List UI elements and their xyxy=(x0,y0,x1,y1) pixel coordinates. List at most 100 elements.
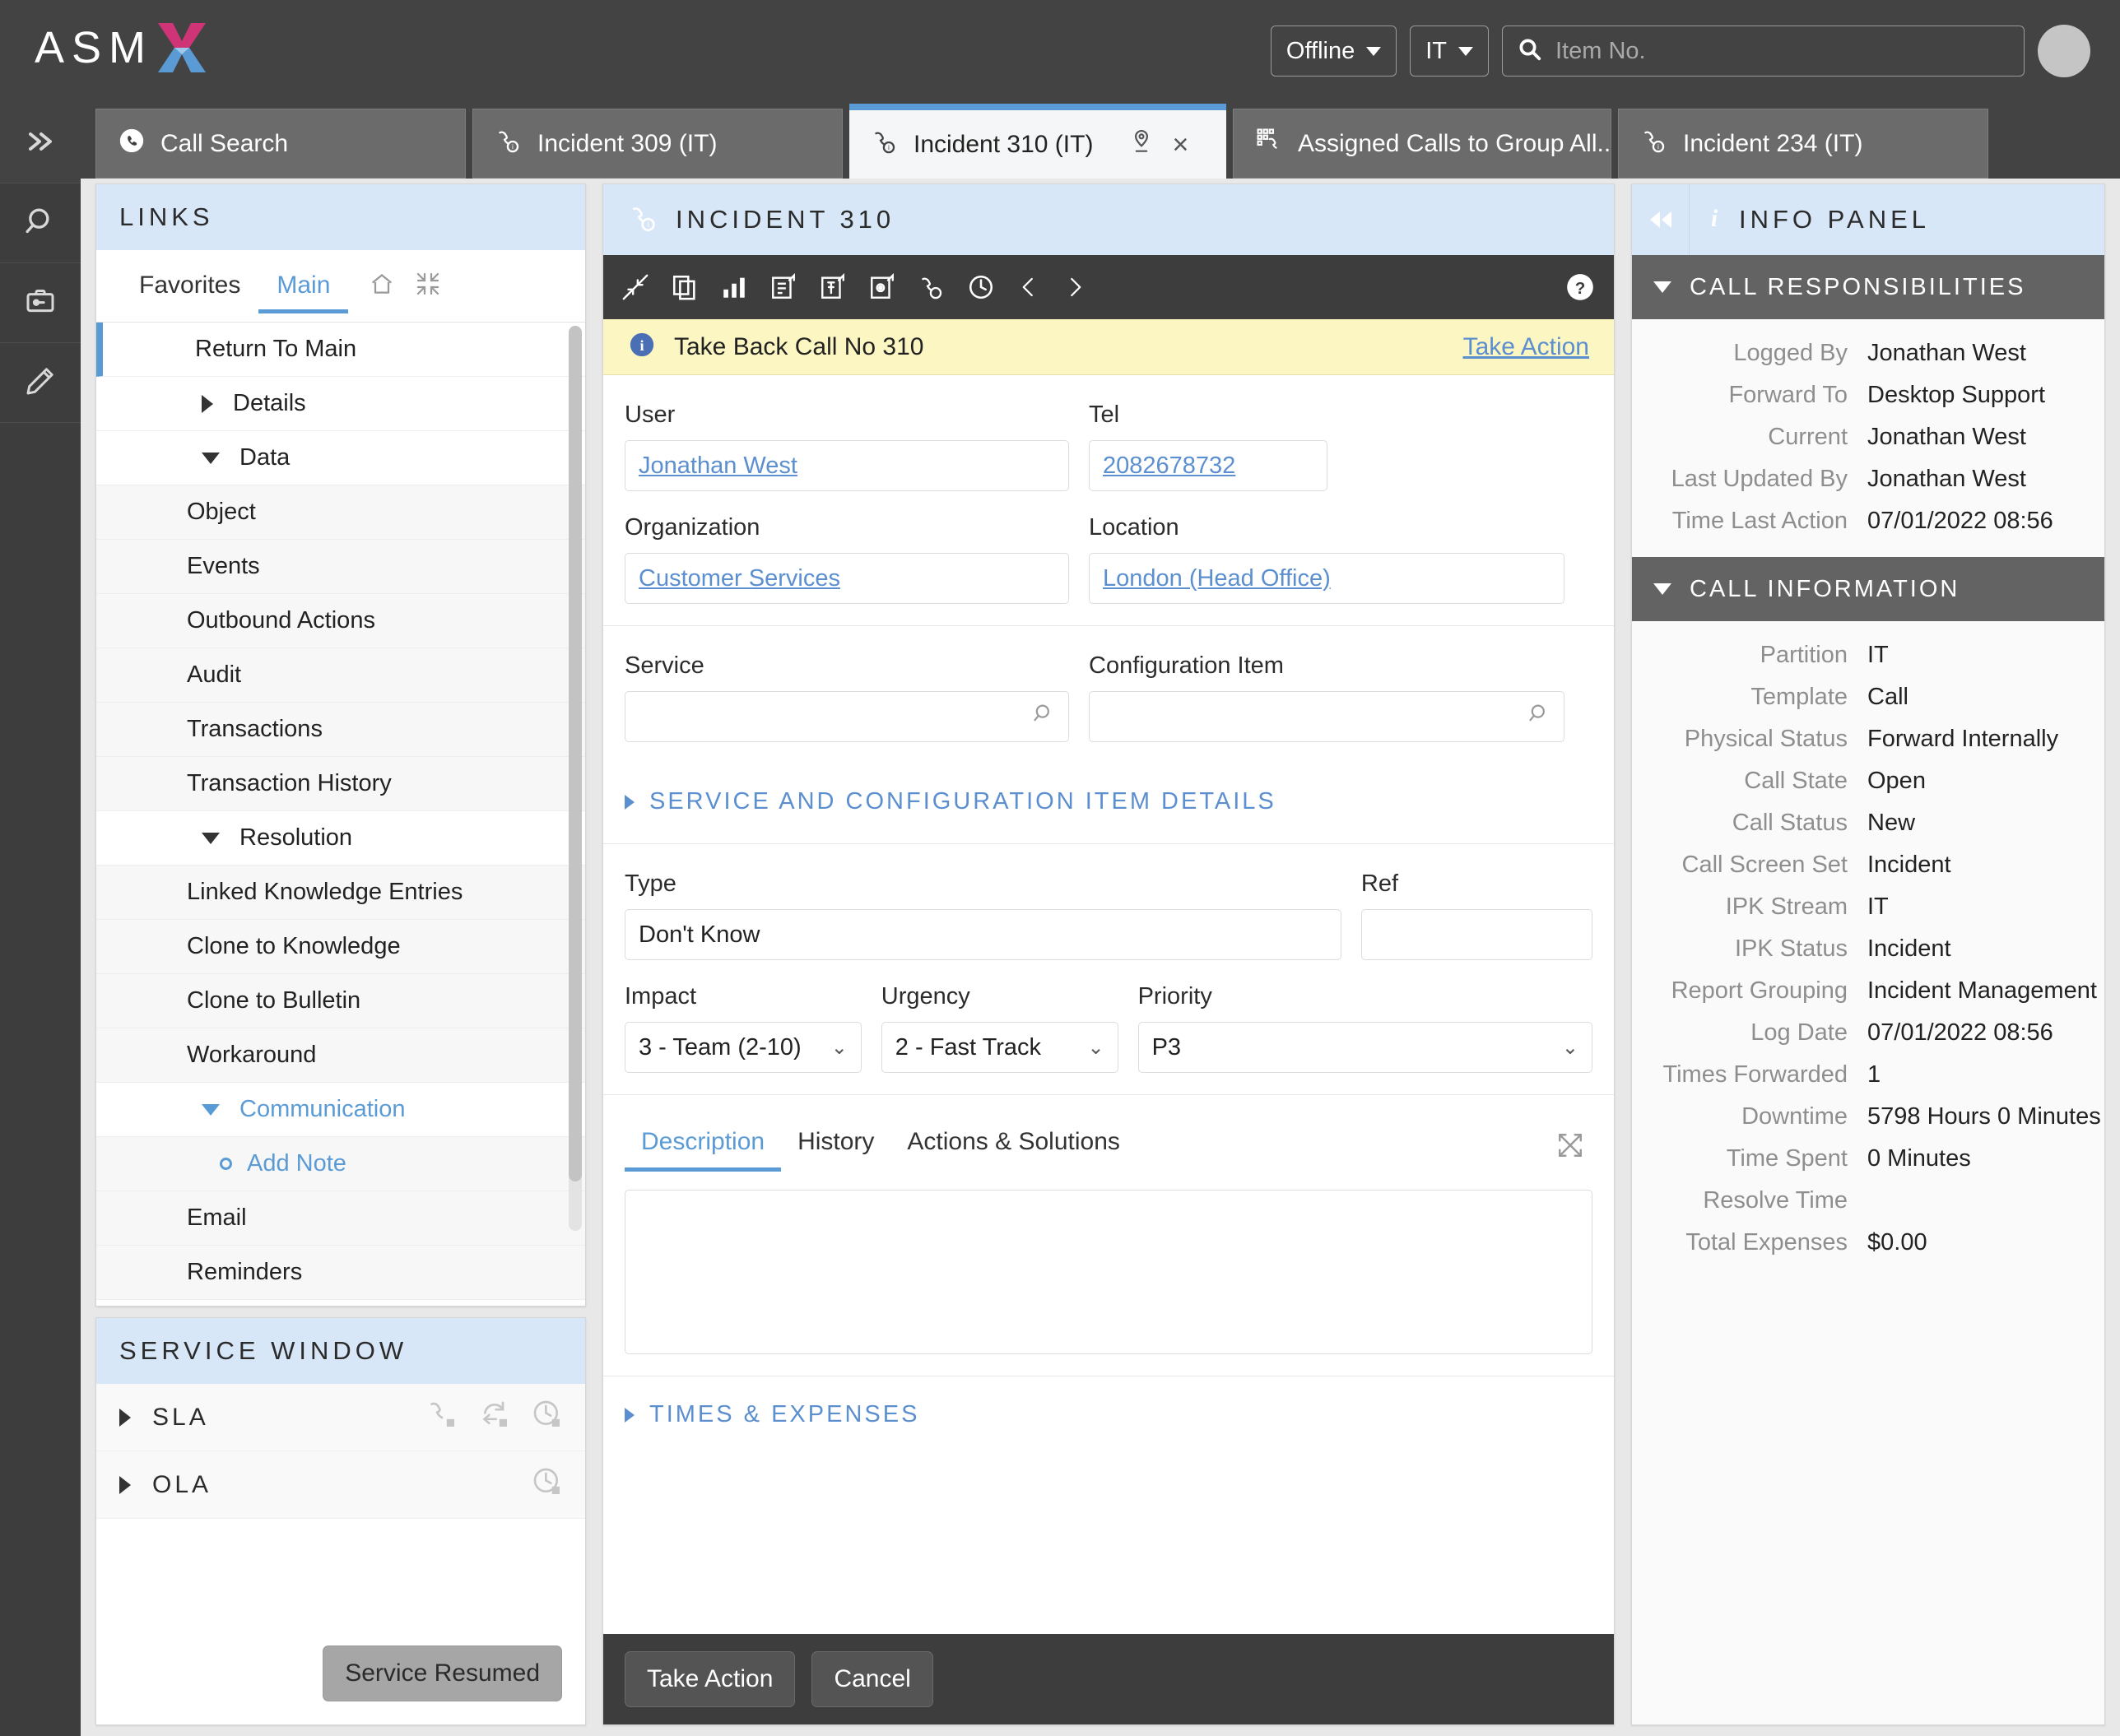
chevron-right-icon xyxy=(625,794,635,810)
links-scrollbar[interactable] xyxy=(569,326,582,1231)
link-events[interactable]: Events xyxy=(96,540,585,594)
info-row: Log Date 07/01/2022 08:56 xyxy=(1632,1012,2104,1054)
global-search[interactable]: Item No. xyxy=(1502,26,2025,77)
status-dropdown[interactable]: Offline xyxy=(1270,26,1397,77)
link-group-resolution[interactable]: Resolution xyxy=(96,811,585,866)
close-icon[interactable]: × xyxy=(1172,131,1188,159)
urgency-field: Urgency 2 - Fast Track ⌄ xyxy=(881,983,1118,1073)
gear-launch-icon[interactable] xyxy=(868,273,896,301)
link-email[interactable]: Email xyxy=(96,1191,585,1246)
section-call-information[interactable]: CALL INFORMATION xyxy=(1632,557,2104,621)
subtab-main[interactable]: Main xyxy=(258,258,349,313)
service-window-row-ola[interactable]: OLA xyxy=(96,1451,585,1519)
avatar[interactable] xyxy=(2038,25,2090,77)
ref-input[interactable] xyxy=(1360,909,1592,960)
link-clone-to-bulletin[interactable]: Clone to Bulletin xyxy=(96,974,585,1028)
cancel-button[interactable]: Cancel xyxy=(811,1651,933,1707)
link-outbound-actions[interactable]: Outbound Actions xyxy=(96,594,585,648)
home-icon[interactable] xyxy=(368,271,396,301)
link-audit[interactable]: Audit xyxy=(96,648,585,703)
document-launch-icon[interactable] xyxy=(769,273,797,301)
help-circle-icon[interactable]: ? xyxy=(1564,272,1596,303)
pin-location-icon[interactable] xyxy=(1129,128,1154,161)
link-add-note[interactable]: Add Note xyxy=(96,1137,585,1191)
phone-stop-icon[interactable] xyxy=(425,1398,458,1437)
service-resumed-button[interactable]: Service Resumed xyxy=(323,1645,562,1701)
expand-diagonal-icon[interactable] xyxy=(1548,1131,1592,1172)
section-call-responsibilities[interactable]: CALL RESPONSIBILITIES xyxy=(1632,255,2104,319)
redo-stop-icon[interactable] xyxy=(478,1398,511,1437)
link-workaround[interactable]: Workaround xyxy=(96,1028,585,1083)
svg-text:i: i xyxy=(647,220,649,230)
location-value-link[interactable]: London (Head Office) xyxy=(1103,565,1331,592)
bar-chart-icon[interactable] xyxy=(720,273,748,301)
tab-incident-309[interactable]: i Incident 309 (IT) xyxy=(472,109,843,179)
times-expenses-toggle[interactable]: TIMES & EXPENSES xyxy=(603,1376,1614,1456)
notice-take-action-link[interactable]: Take Action xyxy=(1463,333,1589,361)
user-value-link[interactable]: Jonathan West xyxy=(639,453,797,480)
location-input[interactable]: London (Head Office) xyxy=(1089,553,1564,604)
tab-description[interactable]: Description xyxy=(625,1120,782,1172)
link-linked-knowledge-entries[interactable]: Linked Knowledge Entries xyxy=(96,866,585,920)
link-transactions[interactable]: Transactions xyxy=(96,703,585,757)
info-value: Jonathan West xyxy=(1867,424,2026,450)
rail-search-button[interactable] xyxy=(0,183,81,263)
rail-toolbox-button[interactable] xyxy=(0,263,81,343)
chevron-right-icon[interactable] xyxy=(1062,273,1087,301)
impact-select[interactable]: 3 - Team (2-10) ⌄ xyxy=(625,1022,862,1073)
link-group-details[interactable]: Details xyxy=(96,377,585,431)
user-input[interactable]: Jonathan West xyxy=(625,440,1069,491)
search-input[interactable]: Item No. xyxy=(1555,38,1646,65)
pin-launch-icon[interactable] xyxy=(819,273,847,301)
rail-edit-button[interactable] xyxy=(0,343,81,423)
clock-stop-icon[interactable] xyxy=(531,1465,564,1505)
description-textarea[interactable] xyxy=(625,1190,1592,1354)
configuration-item-input[interactable] xyxy=(1089,691,1564,742)
tab-history[interactable]: History xyxy=(781,1120,890,1172)
search-icon[interactable] xyxy=(1032,702,1055,731)
notice-text: Take Back Call No 310 xyxy=(674,332,924,360)
copy-icon[interactable] xyxy=(671,273,699,301)
organization-value-link[interactable]: Customer Services xyxy=(639,565,840,592)
organization-field: Organization Customer Services xyxy=(625,514,1069,604)
link-group-communication[interactable]: Communication xyxy=(96,1083,585,1137)
phone-incident-icon[interactable] xyxy=(918,273,946,301)
link-reminders[interactable]: Reminders xyxy=(96,1246,585,1300)
service-input[interactable] xyxy=(625,691,1069,742)
info-value: $0.00 xyxy=(1867,1229,1927,1256)
clock-icon[interactable] xyxy=(967,273,995,301)
tab-incident-234[interactable]: i Incident 234 (IT) xyxy=(1618,109,1988,179)
type-input[interactable]: Don't Know xyxy=(625,909,1341,960)
take-action-button[interactable]: Take Action xyxy=(625,1651,796,1707)
subtab-favorites[interactable]: Favorites xyxy=(121,258,258,313)
ref-field: Ref xyxy=(1360,870,1592,960)
partition-dropdown[interactable]: IT xyxy=(1410,26,1489,77)
grid-phone-icon xyxy=(1255,127,1283,161)
search-icon[interactable] xyxy=(1527,702,1550,731)
tab-call-search[interactable]: Call Search xyxy=(95,109,466,179)
link-object[interactable]: Object xyxy=(96,485,585,540)
link-return-to-main[interactable]: Return To Main xyxy=(96,323,585,377)
service-window-footer: Service Resumed xyxy=(96,1629,585,1724)
urgency-select[interactable]: 2 - Fast Track ⌄ xyxy=(881,1022,1118,1073)
link-label: Details xyxy=(233,390,306,416)
expand-rail-button[interactable] xyxy=(0,104,81,183)
link-group-data[interactable]: Data xyxy=(96,431,585,485)
collapse-arrows-icon[interactable] xyxy=(621,273,649,301)
tab-incident-310[interactable]: i Incident 310 (IT) × xyxy=(849,104,1226,179)
organization-input[interactable]: Customer Services xyxy=(625,553,1069,604)
collapse-right-panel-icon[interactable] xyxy=(1632,184,1690,255)
tel-value-link[interactable]: 2082678732 xyxy=(1103,453,1235,480)
tel-input[interactable]: 2082678732 xyxy=(1089,440,1327,491)
link-transaction-history[interactable]: Transaction History xyxy=(96,757,585,811)
service-config-details-toggle[interactable]: SERVICE AND CONFIGURATION ITEM DETAILS xyxy=(603,764,1614,844)
link-clone-to-knowledge[interactable]: Clone to Knowledge xyxy=(96,920,585,974)
tab-assigned-calls[interactable]: Assigned Calls to Group All... xyxy=(1233,109,1611,179)
collapse-all-icon[interactable] xyxy=(414,271,442,301)
service-window-row-sla[interactable]: SLA xyxy=(96,1384,585,1451)
clock-stop-icon[interactable] xyxy=(531,1398,564,1437)
chevron-left-icon[interactable] xyxy=(1016,273,1041,301)
tab-actions-solutions[interactable]: Actions & Solutions xyxy=(890,1120,1136,1172)
priority-select[interactable]: P3 ⌄ xyxy=(1137,1022,1592,1073)
info-key: Call Status xyxy=(1732,810,1848,836)
